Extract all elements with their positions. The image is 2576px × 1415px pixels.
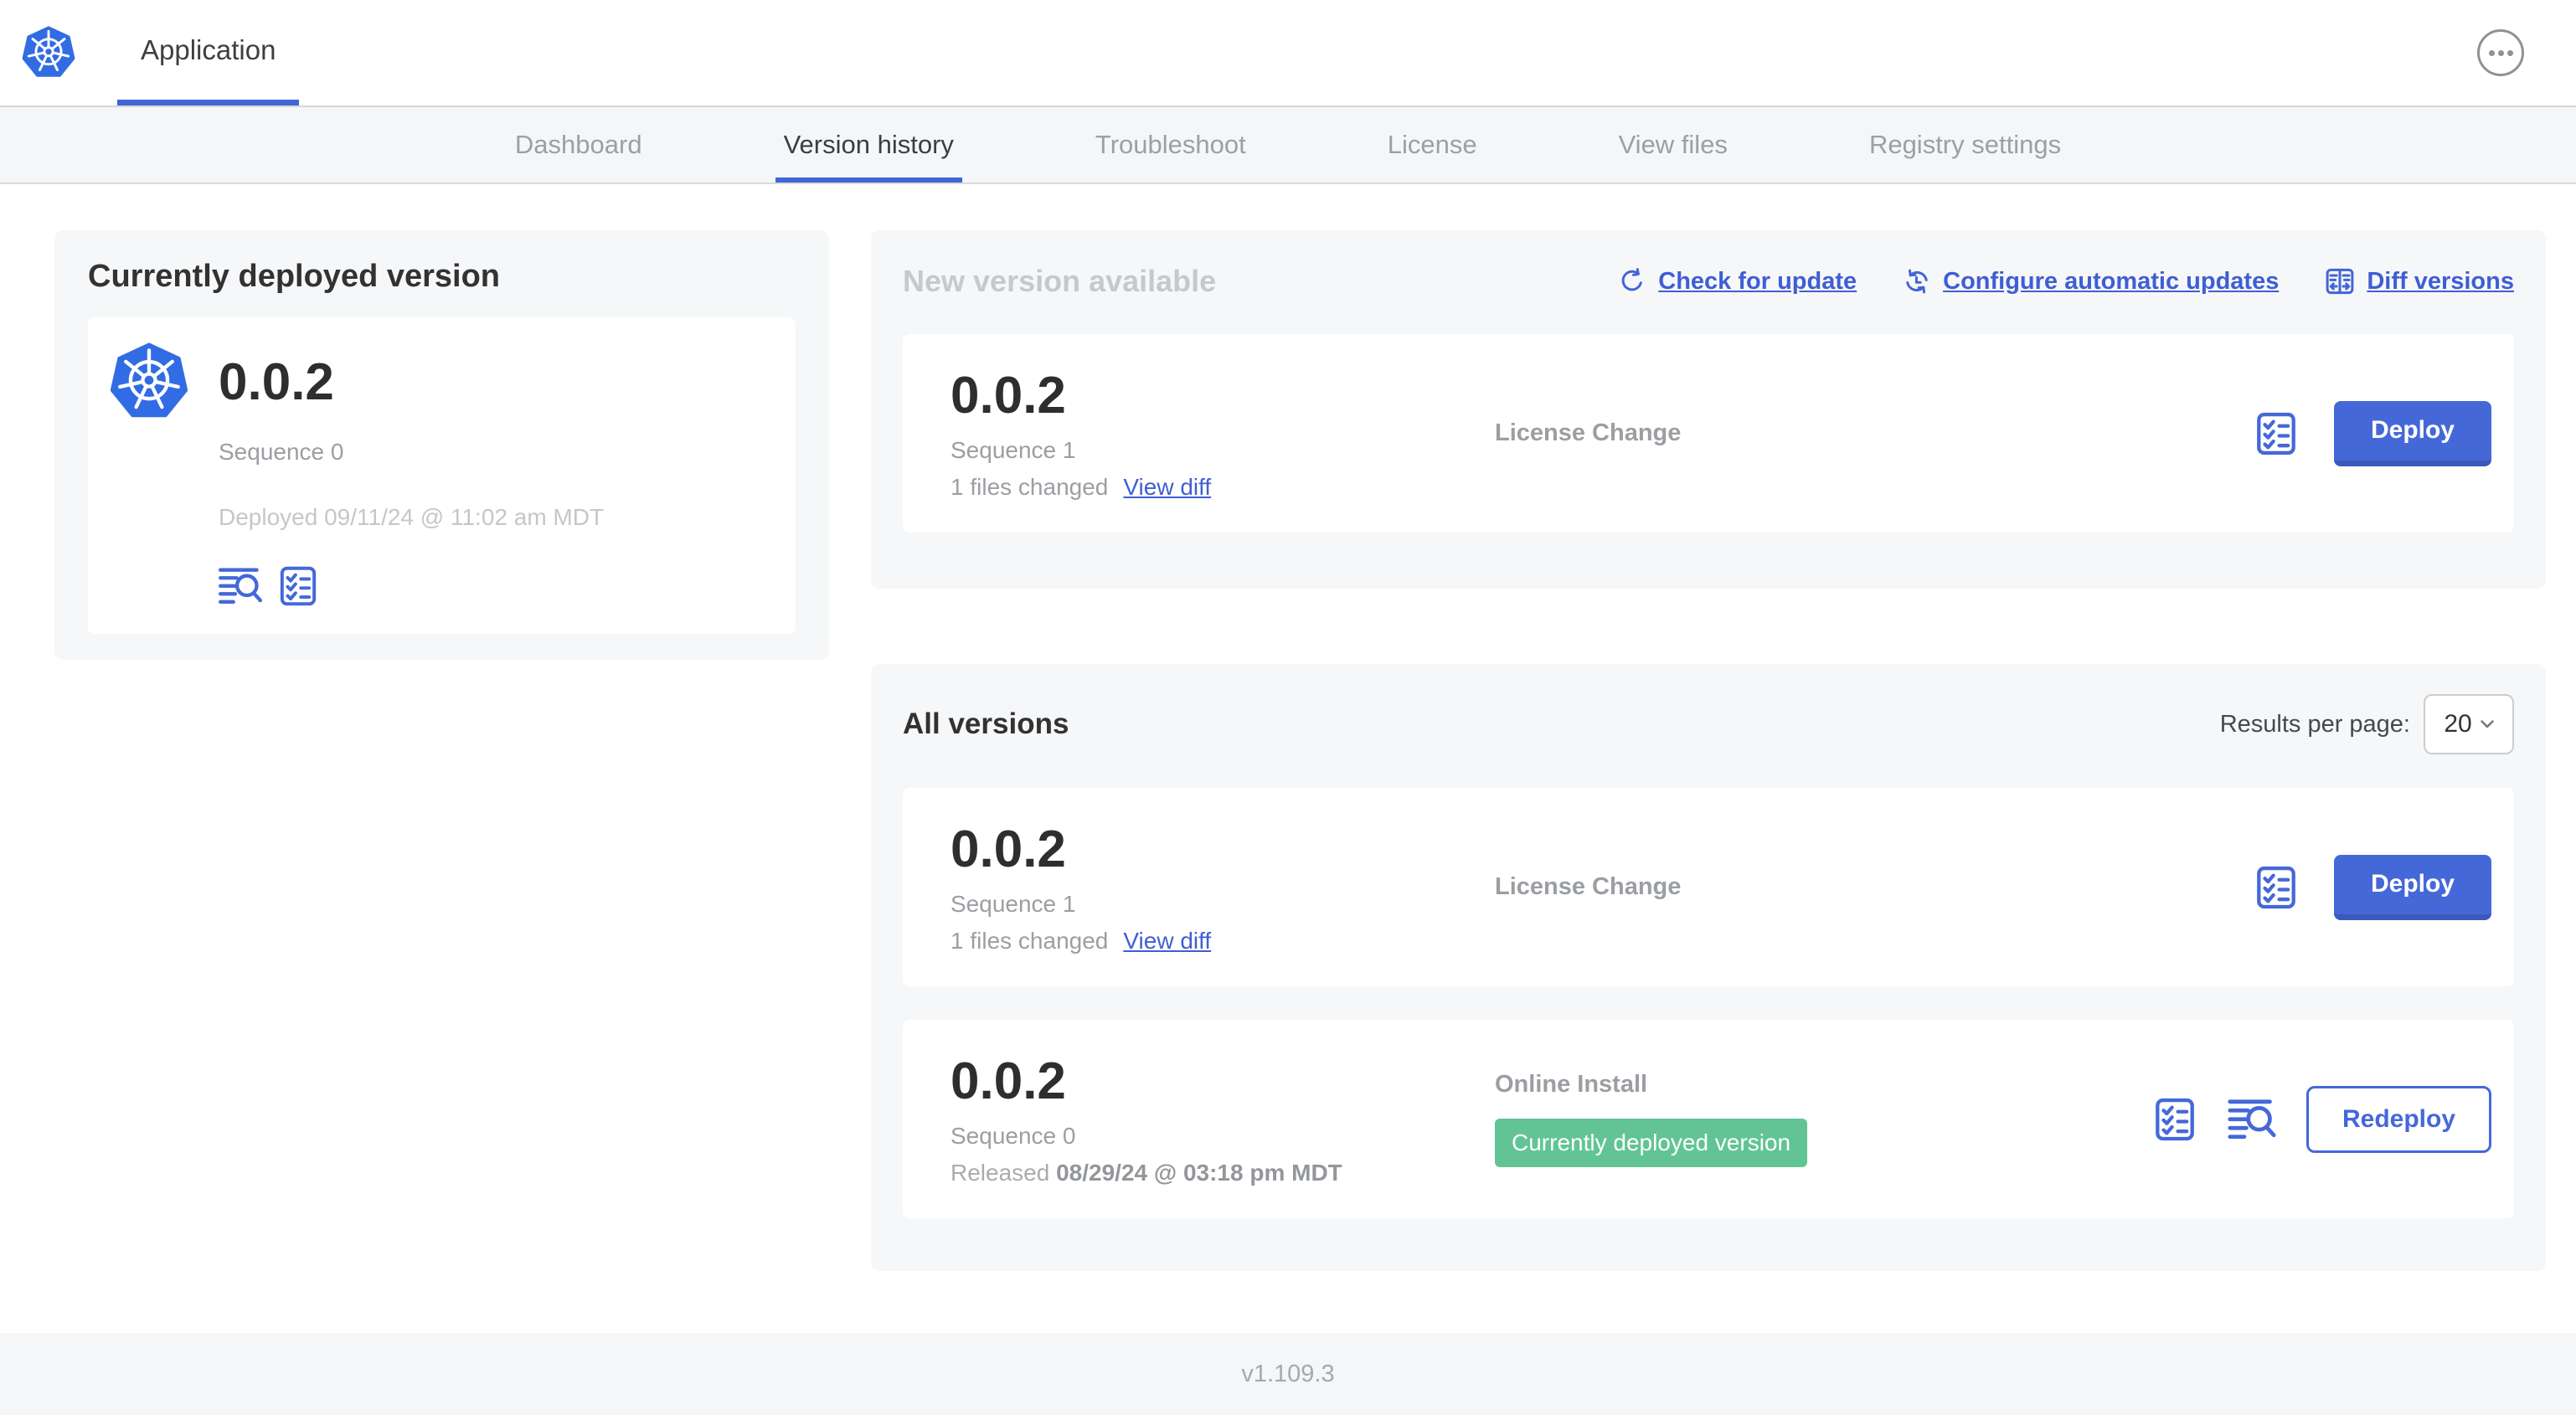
preflight-checklist-icon[interactable] bbox=[2254, 864, 2299, 911]
console-version-label: v1.109.3 bbox=[1241, 1360, 1335, 1387]
currently-deployed-card: 0.0.2 Sequence 0 Deployed 09/11/24 @ 11:… bbox=[88, 317, 796, 634]
check-for-update-link[interactable]: Check for update bbox=[1617, 266, 1857, 296]
check-for-update-label[interactable]: Check for update bbox=[1658, 268, 1857, 296]
app-footer: v1.109.3 bbox=[0, 1333, 2576, 1415]
configure-automatic-updates-label[interactable]: Configure automatic updates bbox=[1943, 268, 2279, 296]
deploy-button[interactable]: Deploy bbox=[2333, 854, 2491, 920]
currently-deployed-panel: Currently deployed version 0.0.2 Sequenc… bbox=[54, 230, 829, 660]
new-version-row: 0.0.2 Sequence 1 1 files changed View di… bbox=[903, 334, 2514, 533]
preflight-checklist-icon[interactable] bbox=[2254, 410, 2299, 457]
version-number: 0.0.2 bbox=[951, 821, 1066, 878]
deployed-version-number: 0.0.2 bbox=[219, 353, 334, 411]
version-sequence: Sequence 1 bbox=[951, 437, 1076, 463]
deploy-logs-icon[interactable] bbox=[2228, 1099, 2276, 1140]
tab-dashboard[interactable]: Dashboard bbox=[507, 107, 651, 183]
new-version-panel: New version available Check for update C… bbox=[871, 230, 2546, 589]
diff-versions-link[interactable]: Diff versions bbox=[2324, 265, 2514, 297]
results-per-page-value: 20 bbox=[2444, 710, 2472, 738]
version-sequence: Sequence 0 bbox=[951, 1123, 1076, 1149]
version-row: 0.0.2 Sequence 1 1 files changed View di… bbox=[903, 788, 2514, 986]
refresh-icon bbox=[1617, 266, 1647, 296]
version-number: 0.0.2 bbox=[951, 1052, 1066, 1110]
configure-automatic-updates-link[interactable]: Configure automatic updates bbox=[1902, 266, 2279, 296]
version-source-label: License Change bbox=[1495, 419, 1682, 446]
kubernetes-logo-icon bbox=[110, 342, 188, 610]
deploy-logs-icon[interactable] bbox=[219, 567, 262, 605]
all-versions-title: All versions bbox=[903, 708, 1069, 740]
released-timestamp: Released 08/29/24 @ 03:18 pm MDT bbox=[951, 1160, 1342, 1186]
auto-update-clock-icon bbox=[1902, 266, 1932, 296]
redeploy-button[interactable]: Redeploy bbox=[2306, 1085, 2491, 1153]
tab-view-files[interactable]: View files bbox=[1610, 107, 1736, 183]
view-diff-link[interactable]: View diff bbox=[1123, 928, 1211, 954]
currently-deployed-badge: Currently deployed version bbox=[1495, 1119, 1808, 1167]
view-diff-link[interactable]: View diff bbox=[1123, 474, 1211, 501]
results-per-page-select[interactable]: 20 bbox=[2424, 694, 2514, 754]
app-title: Application bbox=[141, 33, 276, 65]
tab-license[interactable]: License bbox=[1379, 107, 1486, 183]
diff-icon bbox=[2324, 265, 2356, 297]
currently-deployed-title: Currently deployed version bbox=[88, 259, 501, 294]
deployed-timestamp: Deployed 09/11/24 @ 11:02 am MDT bbox=[219, 504, 605, 530]
tab-version-history[interactable]: Version history bbox=[775, 107, 962, 183]
tab-registry-settings[interactable]: Registry settings bbox=[1861, 107, 2069, 183]
preflight-checklist-icon[interactable] bbox=[2152, 1096, 2197, 1143]
version-sequence: Sequence 1 bbox=[951, 891, 1076, 917]
diff-versions-label[interactable]: Diff versions bbox=[2367, 268, 2514, 296]
main-content: Currently deployed version 0.0.2 Sequenc… bbox=[0, 184, 2576, 1333]
app-header: Application bbox=[0, 0, 2576, 107]
kubernetes-logo-icon bbox=[22, 26, 75, 80]
preflight-checklist-icon[interactable] bbox=[277, 564, 319, 608]
version-number: 0.0.2 bbox=[951, 367, 1066, 424]
new-version-title: New version available bbox=[903, 264, 1217, 298]
results-per-page-label: Results per page: bbox=[2219, 710, 2410, 738]
version-source-label: Online Install bbox=[1495, 1071, 1648, 1098]
app-subnav: Dashboard Version history Troubleshoot L… bbox=[0, 107, 2576, 184]
tab-troubleshoot[interactable]: Troubleshoot bbox=[1087, 107, 1255, 183]
more-options-button[interactable] bbox=[2477, 29, 2524, 76]
deployed-sequence: Sequence 0 bbox=[219, 439, 344, 465]
version-source-label: License Change bbox=[1495, 873, 1682, 900]
deploy-button[interactable]: Deploy bbox=[2333, 400, 2491, 466]
version-row: 0.0.2 Sequence 0 Released 08/29/24 @ 03:… bbox=[903, 1020, 2514, 1218]
app-logo bbox=[22, 0, 75, 105]
chevron-down-icon bbox=[2480, 720, 2494, 728]
all-versions-panel: All versions Results per page: 20 0.0.2 … bbox=[871, 664, 2546, 1271]
app-tab[interactable]: Application bbox=[117, 0, 300, 105]
files-changed-label: 1 files changed bbox=[951, 928, 1109, 954]
ellipsis-icon bbox=[2488, 49, 2513, 56]
files-changed-label: 1 files changed bbox=[951, 474, 1109, 500]
